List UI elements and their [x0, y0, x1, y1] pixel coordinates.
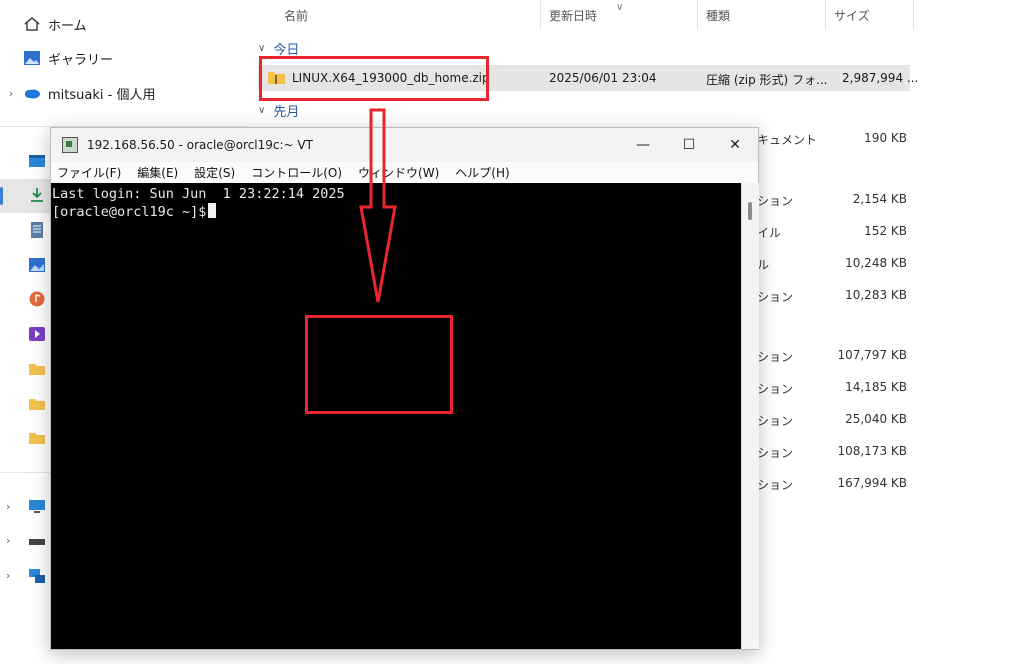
annotation-arrow-icon	[359, 108, 397, 303]
annotation-target-box	[305, 315, 453, 414]
